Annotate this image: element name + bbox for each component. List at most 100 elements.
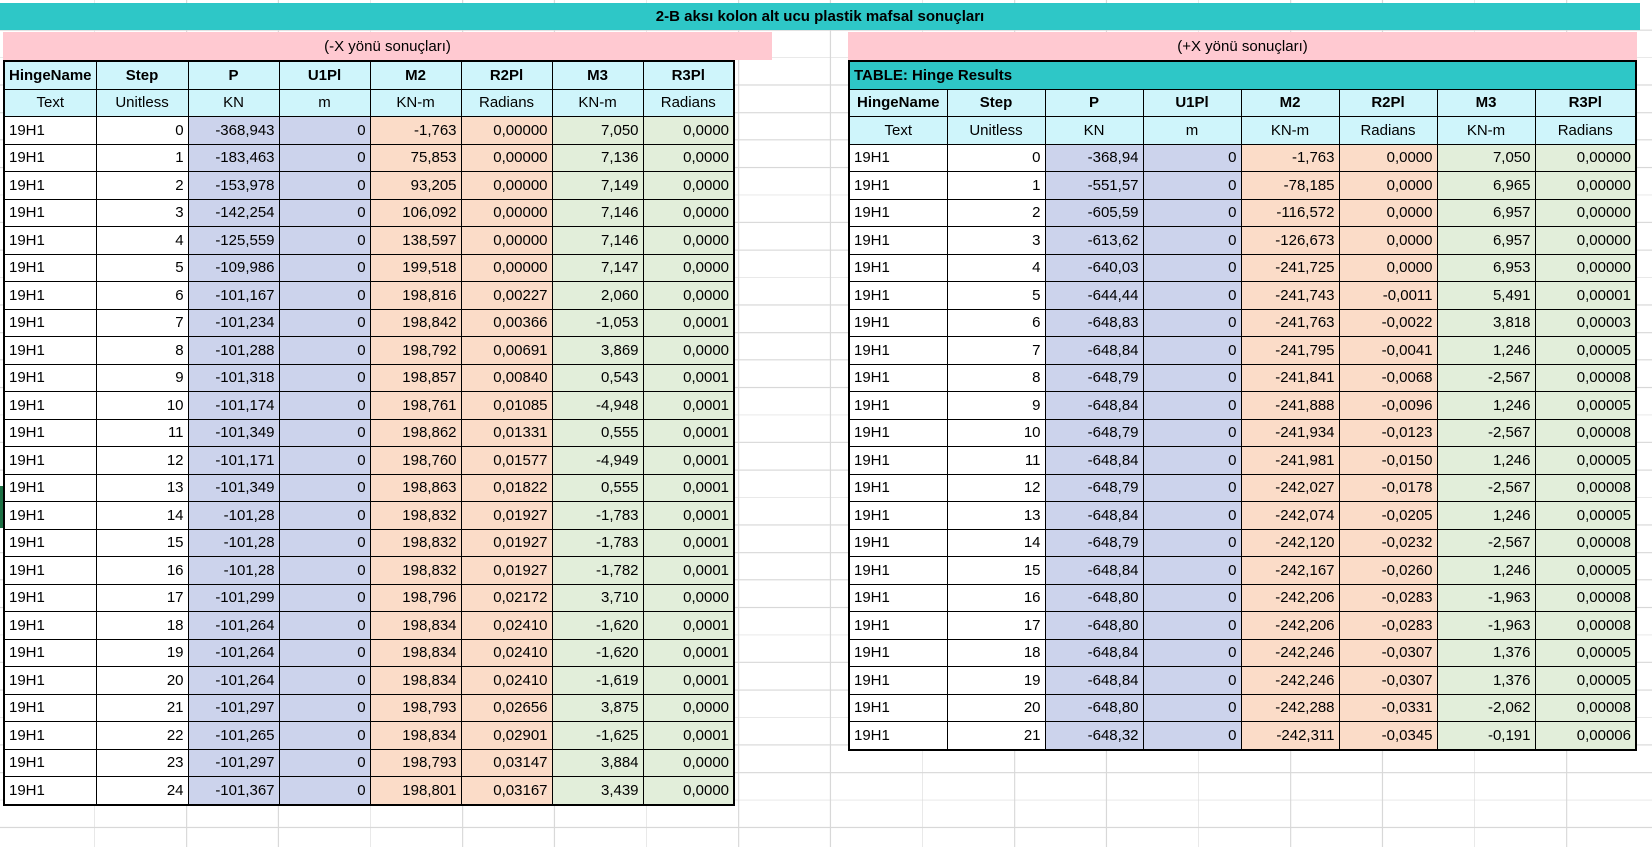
cell[interactable]: 0,00000	[461, 117, 552, 145]
column-header[interactable]: U1Pl	[279, 61, 370, 89]
cell[interactable]: 10	[947, 419, 1045, 447]
cell[interactable]: 6,965	[1437, 172, 1535, 200]
cell[interactable]: 19H1	[849, 227, 947, 255]
cell[interactable]: 19H1	[4, 337, 96, 365]
cell[interactable]: 19H1	[849, 309, 947, 337]
cell[interactable]: 138,597	[370, 227, 461, 255]
cell[interactable]: 19H1	[4, 447, 96, 475]
cell[interactable]: -109,986	[188, 254, 279, 282]
cell[interactable]: 19H1	[4, 612, 96, 640]
column-header[interactable]: R2Pl	[1339, 89, 1437, 117]
cell[interactable]: 7,146	[552, 227, 643, 255]
cell[interactable]: -2,062	[1437, 694, 1535, 722]
cell[interactable]: 198,863	[370, 474, 461, 502]
unit-header[interactable]: KN-m	[1437, 117, 1535, 145]
cell[interactable]: 6	[947, 309, 1045, 337]
cell[interactable]: 5	[947, 282, 1045, 310]
cell[interactable]: 75,853	[370, 144, 461, 172]
cell[interactable]: -648,79	[1045, 529, 1143, 557]
cell[interactable]: 19H1	[4, 584, 96, 612]
column-header[interactable]: R2Pl	[461, 61, 552, 89]
column-header[interactable]: Step	[947, 89, 1045, 117]
unit-header[interactable]: Text	[849, 117, 947, 145]
cell[interactable]: -2,567	[1437, 474, 1535, 502]
cell[interactable]: -0,0022	[1339, 309, 1437, 337]
cell[interactable]: 19H1	[849, 254, 947, 282]
cell[interactable]: 19H1	[849, 667, 947, 695]
cell[interactable]: -101,264	[188, 667, 279, 695]
cell[interactable]: -242,311	[1241, 722, 1339, 750]
cell[interactable]: 198,834	[370, 667, 461, 695]
cell[interactable]: 19H1	[4, 364, 96, 392]
cell[interactable]: 6,957	[1437, 199, 1535, 227]
cell[interactable]: 0,00008	[1535, 584, 1636, 612]
cell[interactable]: -1,625	[552, 722, 643, 750]
cell[interactable]: 0	[279, 172, 370, 200]
cell[interactable]: -0,0068	[1339, 364, 1437, 392]
cell[interactable]: 0	[1143, 474, 1241, 502]
cell[interactable]: 7,136	[552, 144, 643, 172]
column-header[interactable]: M3	[552, 61, 643, 89]
cell[interactable]: 14	[947, 529, 1045, 557]
cell[interactable]: 0,00000	[461, 227, 552, 255]
cell[interactable]: 7,149	[552, 172, 643, 200]
cell[interactable]: 7,147	[552, 254, 643, 282]
cell[interactable]: 0	[1143, 502, 1241, 530]
cell[interactable]: 0	[1143, 529, 1241, 557]
cell[interactable]: 20	[947, 694, 1045, 722]
cell[interactable]: 0,02656	[461, 694, 552, 722]
cell[interactable]: 15	[947, 557, 1045, 585]
cell[interactable]: -242,246	[1241, 639, 1339, 667]
cell[interactable]: -648,80	[1045, 584, 1143, 612]
cell[interactable]: -101,264	[188, 612, 279, 640]
cell[interactable]: 198,842	[370, 309, 461, 337]
cell[interactable]: -648,84	[1045, 392, 1143, 420]
cell[interactable]: 21	[947, 722, 1045, 750]
cell[interactable]: 0	[1143, 199, 1241, 227]
cell[interactable]: 0,0000	[643, 254, 734, 282]
cell[interactable]: 198,793	[370, 749, 461, 777]
cell[interactable]: 0	[1143, 612, 1241, 640]
cell[interactable]: -1,963	[1437, 612, 1535, 640]
cell[interactable]: -1,620	[552, 612, 643, 640]
column-header[interactable]: R3Pl	[643, 61, 734, 89]
cell[interactable]: 8	[947, 364, 1045, 392]
cell[interactable]: 0,0000	[643, 144, 734, 172]
cell[interactable]: -242,120	[1241, 529, 1339, 557]
cell[interactable]: 22	[96, 722, 188, 750]
cell[interactable]: 198,834	[370, 722, 461, 750]
cell[interactable]: 19H1	[4, 392, 96, 420]
cell[interactable]: -648,84	[1045, 639, 1143, 667]
unit-header[interactable]: Unitless	[947, 117, 1045, 145]
cell[interactable]: 0,543	[552, 364, 643, 392]
cell[interactable]: 19	[947, 667, 1045, 695]
unit-header[interactable]: Radians	[1535, 117, 1636, 145]
cell[interactable]: -0,0150	[1339, 447, 1437, 475]
cell[interactable]: 198,792	[370, 337, 461, 365]
cell[interactable]: 0	[279, 392, 370, 420]
cell[interactable]: -242,206	[1241, 584, 1339, 612]
cell[interactable]: 5	[96, 254, 188, 282]
cell[interactable]: -0,0260	[1339, 557, 1437, 585]
cell[interactable]: 106,092	[370, 199, 461, 227]
cell[interactable]: 93,205	[370, 172, 461, 200]
cell[interactable]: 0,00000	[461, 144, 552, 172]
unit-header[interactable]: m	[1143, 117, 1241, 145]
cell[interactable]: 0,00227	[461, 282, 552, 310]
cell[interactable]: 19H1	[4, 254, 96, 282]
cell[interactable]: -242,074	[1241, 502, 1339, 530]
cell[interactable]: -648,79	[1045, 364, 1143, 392]
cell[interactable]: 16	[96, 557, 188, 585]
cell[interactable]: 198,761	[370, 392, 461, 420]
cell[interactable]: -2,567	[1437, 529, 1535, 557]
cell[interactable]: -0,0307	[1339, 639, 1437, 667]
column-header[interactable]: R3Pl	[1535, 89, 1636, 117]
cell[interactable]: 19H1	[849, 612, 947, 640]
cell[interactable]: 13	[947, 502, 1045, 530]
cell[interactable]: 0	[1143, 364, 1241, 392]
cell[interactable]: 6	[96, 282, 188, 310]
cell[interactable]: -242,027	[1241, 474, 1339, 502]
cell[interactable]: 0	[1143, 254, 1241, 282]
cell[interactable]: -241,763	[1241, 309, 1339, 337]
cell[interactable]: 198,816	[370, 282, 461, 310]
